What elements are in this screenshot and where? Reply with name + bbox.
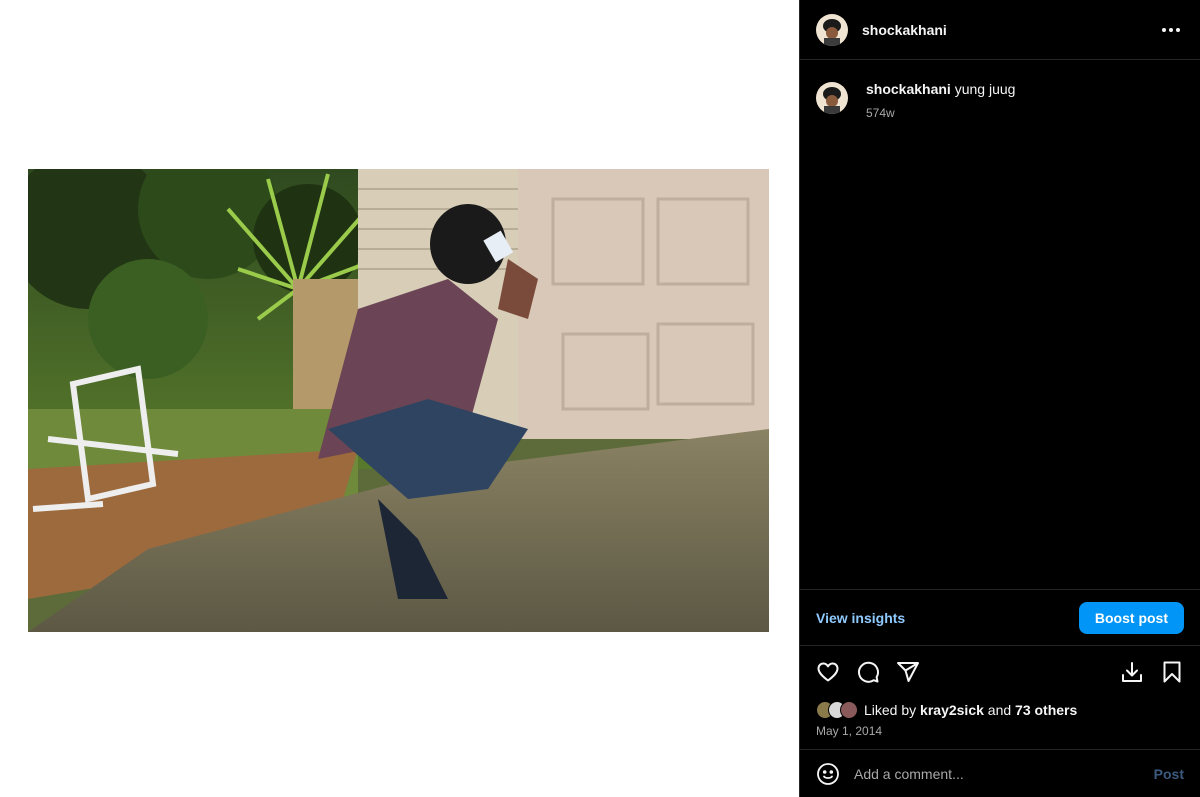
likes-row: Liked by kray2sick and 73 others [800, 698, 1200, 722]
caption-timestamp[interactable]: 574w [866, 106, 1015, 120]
heart-icon[interactable] [816, 660, 840, 684]
likes-connector: and [987, 702, 1012, 718]
likes-others-link[interactable]: 73 others [1015, 702, 1077, 718]
view-insights-link[interactable]: View insights [816, 610, 905, 626]
liker-avatars[interactable] [816, 701, 858, 719]
caption-username[interactable]: shockakhani [866, 81, 951, 97]
post-date[interactable]: May 1, 2014 [800, 722, 1200, 746]
insights-bar: View insights Boost post [800, 589, 1200, 646]
header-username[interactable]: shockakhani [862, 22, 947, 38]
avatar-image [816, 13, 848, 46]
comment-input[interactable] [854, 765, 1154, 782]
bookmark-icon[interactable] [1160, 660, 1184, 684]
comment-icon[interactable] [856, 660, 880, 684]
comment-bar: Post [800, 749, 1200, 797]
post-photo-illustration [28, 169, 769, 632]
avatar[interactable] [816, 13, 848, 46]
boost-post-button[interactable]: Boost post [1078, 601, 1184, 634]
post-header: shockakhani [800, 0, 1200, 60]
likes-prefix: Liked by [864, 702, 917, 718]
caption-text: shockakhani yung juug [866, 80, 1015, 98]
avatar-image [816, 82, 848, 114]
liker-avatar [840, 701, 858, 719]
caption: shockakhani yung juug 574w [816, 80, 1184, 120]
caption-avatar[interactable] [816, 82, 848, 114]
liker-username[interactable]: kray2sick [920, 702, 984, 718]
download-icon[interactable] [1120, 660, 1144, 684]
share-icon[interactable] [896, 660, 920, 684]
more-options-icon[interactable] [1158, 22, 1184, 38]
media-pane [0, 0, 799, 797]
post-photo[interactable] [28, 169, 769, 632]
action-bar [800, 646, 1200, 698]
comments-area: shockakhani yung juug 574w [800, 60, 1200, 589]
emoji-icon[interactable] [816, 762, 840, 786]
caption-body: shockakhani yung juug 574w [866, 80, 1015, 120]
post-side-panel: shockakhani shockakhani yung juug 574w V… [799, 0, 1200, 797]
likes-text: Liked by kray2sick and 73 others [864, 702, 1077, 718]
post-comment-button[interactable]: Post [1154, 766, 1184, 782]
caption-content: yung juug [954, 81, 1016, 97]
